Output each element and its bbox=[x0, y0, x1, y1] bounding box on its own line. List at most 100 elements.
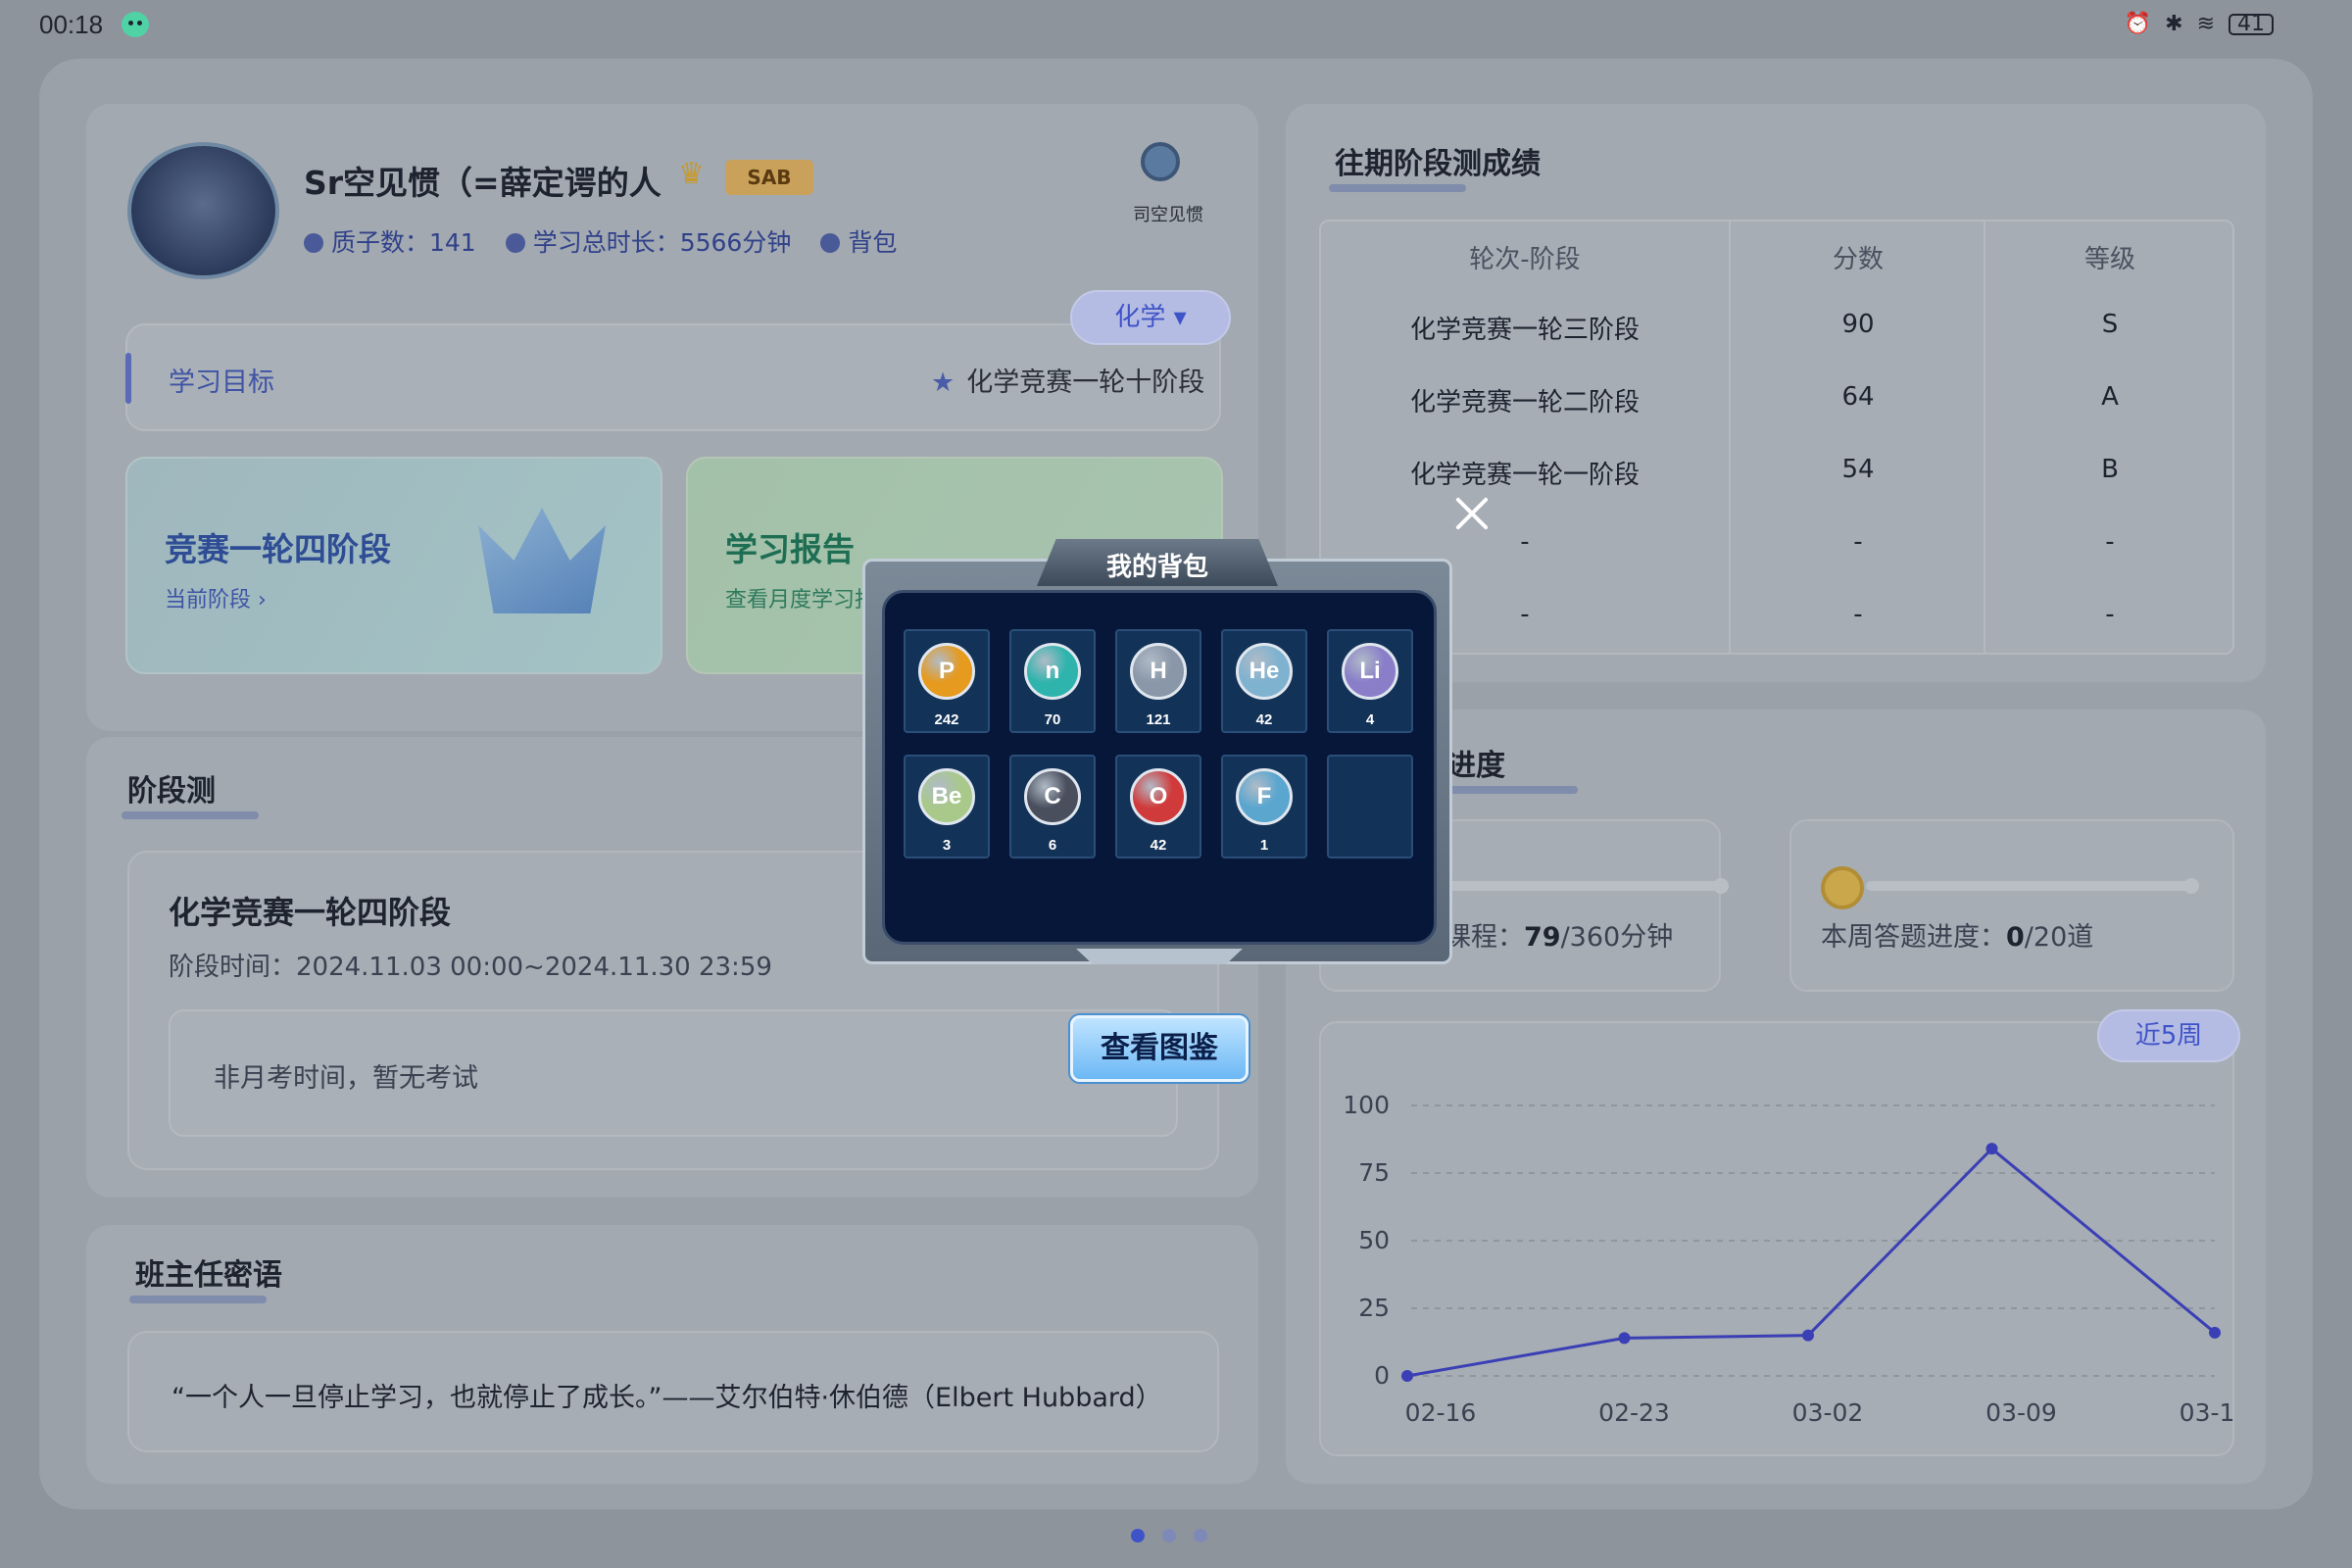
item-count: 121 bbox=[1146, 711, 1171, 728]
y-tick-label: 25 bbox=[1358, 1294, 1390, 1322]
table-cell: - bbox=[1853, 600, 1863, 629]
data-point bbox=[1618, 1332, 1631, 1345]
series-line bbox=[1406, 1147, 2216, 1378]
item-count: 42 bbox=[1255, 711, 1273, 728]
page-dot-1[interactable] bbox=[1131, 1529, 1145, 1543]
table-divider bbox=[1984, 220, 1985, 655]
medal-icon[interactable] bbox=[1141, 142, 1180, 181]
table-divider bbox=[1729, 220, 1731, 655]
clock-icon bbox=[505, 233, 525, 253]
backpack-item[interactable]: Be 3 bbox=[904, 755, 990, 858]
battery-icon: 41 bbox=[2229, 13, 2274, 35]
y-tick-label: 50 bbox=[1358, 1226, 1390, 1254]
backpack-empty-slot[interactable] bbox=[1327, 755, 1413, 858]
table-cell: S bbox=[2101, 310, 2119, 339]
view-collection-button[interactable]: 查看图鉴 bbox=[1070, 1015, 1249, 1082]
star-icon: ★ bbox=[931, 368, 956, 398]
backpack-title: 我的背包 bbox=[1105, 553, 1208, 582]
proton-icon bbox=[304, 233, 323, 253]
quiz-progress-text: 本周答题进度：0/20道 bbox=[1821, 922, 2094, 953]
table-header: 轮次-阶段 bbox=[1469, 245, 1581, 274]
element-icon: Be bbox=[918, 768, 975, 825]
caret-down-icon: ▾ bbox=[1173, 303, 1187, 332]
quote-section-title: 班主任密语 bbox=[129, 1250, 282, 1303]
table-cell: 化学竞赛一轮二阶段 bbox=[1409, 388, 1640, 417]
table-cell: - bbox=[1853, 527, 1863, 557]
backpack-item[interactable]: He 42 bbox=[1221, 629, 1307, 733]
backpack-item[interactable]: H 121 bbox=[1115, 629, 1201, 733]
current-stage-title: 竞赛一轮四阶段 bbox=[165, 530, 391, 568]
goal-accent-bar bbox=[125, 353, 131, 404]
table-header: 等级 bbox=[2083, 245, 2135, 274]
y-tick-label: 0 bbox=[1374, 1361, 1390, 1390]
element-icon: Li bbox=[1342, 643, 1398, 700]
item-count: 42 bbox=[1150, 837, 1167, 854]
exam-empty-text: 非月考时间，暂无考试 bbox=[214, 1063, 478, 1094]
data-point bbox=[1401, 1370, 1413, 1382]
backpack-link[interactable]: 背包 bbox=[820, 223, 897, 259]
element-icon: F bbox=[1236, 768, 1293, 825]
page-dot-2[interactable] bbox=[1162, 1529, 1176, 1543]
current-stage-link[interactable]: 当前阶段 › bbox=[165, 582, 267, 613]
table-cell: 54 bbox=[1841, 455, 1875, 484]
data-point bbox=[1985, 1143, 1998, 1155]
backpack-item[interactable]: n 70 bbox=[1009, 629, 1096, 733]
table-cell: B bbox=[2101, 455, 2119, 484]
backpack-item[interactable]: C6 bbox=[1009, 755, 1096, 858]
y-tick-label: 75 bbox=[1358, 1158, 1390, 1187]
quiz-progress-knob bbox=[2183, 878, 2199, 894]
element-icon: O bbox=[1130, 768, 1187, 825]
avatar[interactable] bbox=[127, 142, 279, 279]
progress-section-title: 进度 bbox=[1441, 741, 1578, 794]
item-count: 1 bbox=[1259, 837, 1269, 854]
quote-text: “一个人一旦停止学习，也就停止了成长。”——艾尔伯特·休伯德（Elbert Hu… bbox=[172, 1383, 1162, 1413]
backpack-item[interactable]: F1 bbox=[1221, 755, 1307, 858]
table-cell: - bbox=[2105, 600, 2115, 629]
quiz-progress-card bbox=[1789, 819, 2234, 992]
backpack-item[interactable]: O 42 bbox=[1115, 755, 1201, 858]
exam-time: 阶段时间：2024.11.03 00:00~2024.11.30 23:59 bbox=[169, 953, 772, 982]
history-table bbox=[1319, 220, 2234, 655]
table-cell: A bbox=[2101, 382, 2119, 412]
bluetooth-icon: ✱ bbox=[2165, 12, 2183, 36]
backpack-item[interactable]: P 242 bbox=[904, 629, 990, 733]
subject-dropdown[interactable]: 化学 ▾ bbox=[1070, 290, 1231, 345]
weeks-range-dropdown[interactable]: 近5周 bbox=[2097, 1009, 2240, 1062]
x-tick-label: 03-09 bbox=[1985, 1398, 2057, 1427]
item-count: 4 bbox=[1365, 711, 1375, 728]
coin-icon bbox=[1821, 866, 1864, 909]
exam-section-title: 阶段测 bbox=[122, 766, 259, 819]
item-count: 70 bbox=[1044, 711, 1061, 728]
exam-title: 化学竞赛一轮四阶段 bbox=[169, 894, 452, 931]
course-progress-track bbox=[1441, 881, 1725, 891]
table-cell: 90 bbox=[1841, 310, 1875, 339]
table-header: 分数 bbox=[1832, 245, 1884, 274]
line-chart: 100 75 50 25 0 02-16 02-23 03-02 03-09 03-16 bbox=[1343, 1091, 2234, 1427]
page-dot-3[interactable] bbox=[1194, 1529, 1207, 1543]
goal-target: ★ 化学竞赛一轮十阶段 bbox=[931, 368, 1205, 398]
quiz-progress-track bbox=[1866, 881, 2195, 891]
table-cell: 化学竞赛一轮三阶段 bbox=[1409, 316, 1640, 345]
protons-stat: 质子数：141 bbox=[304, 223, 476, 259]
x-tick-label: 02-16 bbox=[1405, 1398, 1477, 1427]
element-icon: C bbox=[1024, 768, 1081, 825]
x-tick-label: 03-02 bbox=[1792, 1398, 1864, 1427]
wifi-icon: ≋ bbox=[2196, 12, 2215, 36]
table-cell: 64 bbox=[1841, 382, 1875, 412]
rank-badge: SAB bbox=[725, 160, 813, 195]
element-icon: He bbox=[1236, 643, 1293, 700]
item-count: 6 bbox=[1048, 837, 1057, 854]
backpack-icon bbox=[820, 233, 841, 253]
close-icon[interactable] bbox=[1452, 494, 1492, 533]
crown-icon: ♛ bbox=[678, 157, 705, 191]
study-time-stat: 学习总时长：5566分钟 bbox=[505, 223, 791, 259]
course-progress-knob bbox=[1713, 878, 1729, 894]
alarm-icon: ⏰ bbox=[2124, 12, 2152, 36]
page-indicator[interactable] bbox=[1131, 1529, 1207, 1543]
backpack-foot bbox=[1076, 949, 1243, 964]
item-count: 3 bbox=[942, 837, 952, 854]
history-section-title: 往期阶段测成绩 bbox=[1329, 139, 1541, 192]
x-tick-label: 03-16 bbox=[2180, 1398, 2234, 1427]
backpack-item[interactable]: Li 4 bbox=[1327, 629, 1413, 733]
clock: 00:18 bbox=[39, 10, 104, 39]
